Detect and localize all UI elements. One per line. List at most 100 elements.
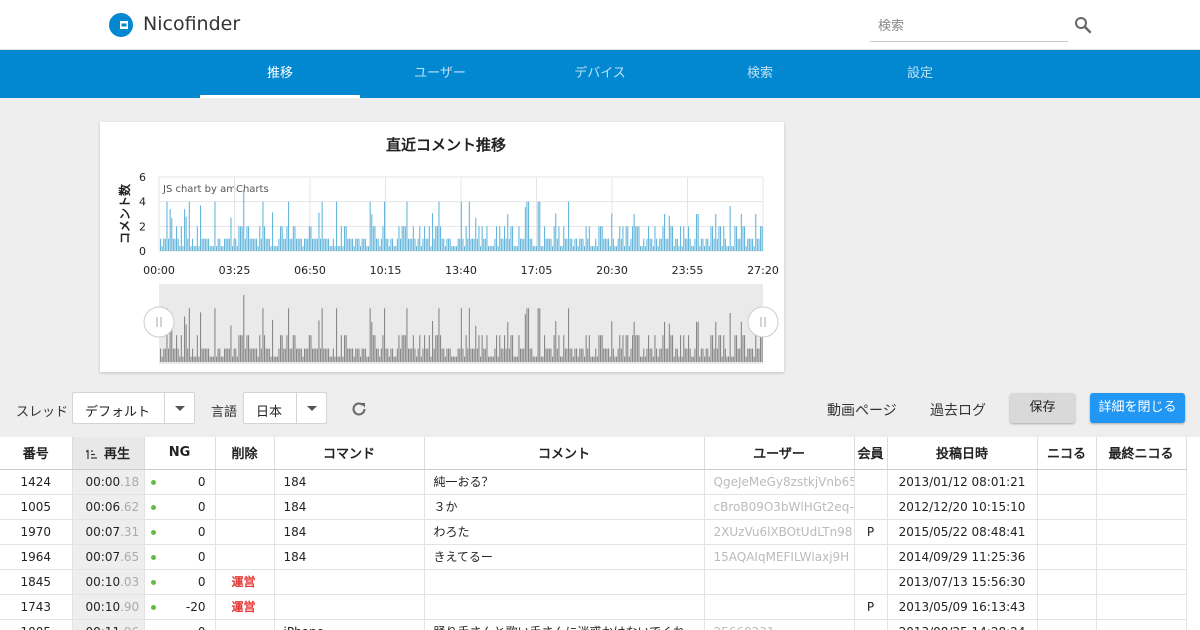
scrollbar-bar — [456, 356, 458, 362]
chart-bar — [318, 212, 320, 251]
scrollbar-bar — [532, 356, 534, 362]
scrollbar-bar — [276, 356, 278, 362]
column-header-nicoru[interactable]: ニコる — [1037, 437, 1097, 470]
nicofinder-logo-icon[interactable] — [109, 13, 133, 37]
scrollbar-bar — [388, 356, 390, 362]
x-tick-label: 03:25 — [219, 264, 251, 277]
chart-bar — [307, 238, 309, 251]
chart-bar — [702, 238, 704, 251]
chart-bar — [248, 226, 250, 251]
column-header-number[interactable]: 番号 — [0, 437, 73, 470]
table-row[interactable]: 1964 00:07.65 0 184 きえてるー 15AQAIqMEFILWlaxj9H… — [0, 544, 1187, 570]
chart-bar — [652, 246, 654, 251]
video-page-link[interactable]: 動画ページ — [827, 400, 897, 420]
column-header-comment[interactable]: コメント — [424, 437, 705, 470]
chart-bar — [643, 238, 645, 251]
chart-bar — [300, 238, 302, 251]
scrollbar-bar — [441, 348, 443, 362]
chart-bar — [216, 246, 218, 251]
column-header-command[interactable]: コマンド — [274, 437, 425, 470]
chart-bar — [632, 226, 634, 251]
chart-bar — [440, 226, 442, 251]
chart-watermark[interactable]: JS chart by amCharts — [162, 184, 269, 195]
chart-bar — [627, 226, 629, 251]
scrollbar-bar — [380, 348, 382, 362]
chart-bar — [356, 238, 358, 251]
scrollbar-bar — [606, 348, 608, 362]
chart-bar — [259, 226, 261, 251]
tab-settings[interactable]: 設定 — [840, 50, 1000, 98]
reload-icon[interactable] — [350, 400, 368, 418]
scrollbar-bar — [675, 348, 677, 362]
thread-select[interactable]: デフォルト — [72, 392, 195, 424]
tab-users[interactable]: ユーザー — [360, 50, 520, 98]
chart-bar — [515, 246, 517, 251]
scrollbar-right-grip[interactable] — [747, 306, 779, 338]
table-row[interactable]: 1970 00:07.31 0 184 わろた 2XUzVu6lXBOtUdLTn98 P 2… — [0, 519, 1187, 545]
chart-bar — [558, 226, 560, 251]
chart-bar — [644, 246, 646, 251]
chart-bar — [203, 238, 205, 251]
close-details-button[interactable]: 詳細を閉じる — [1090, 393, 1185, 423]
cell-nicoru — [1037, 619, 1097, 630]
table-row[interactable]: 1424 00:00.18 0 184 純一おる？ QgeJeMeGy8zstkjVnb6… — [0, 469, 1187, 495]
chart-bar — [163, 238, 165, 251]
chart-bar — [166, 201, 168, 251]
chart-bar — [252, 238, 254, 251]
app-title[interactable]: Nicofinder — [143, 13, 240, 35]
chart-bar — [360, 246, 362, 251]
scrollbar-bar — [475, 325, 477, 362]
column-header-posted-at[interactable]: 投稿日時 — [887, 437, 1038, 470]
save-button[interactable]: 保存 — [1010, 393, 1075, 423]
chart-bar — [371, 214, 373, 251]
search-icon[interactable] — [1074, 16, 1092, 34]
top-app-bar: Nicofinder — [0, 0, 1200, 50]
past-log-link[interactable]: 過去ログ — [930, 400, 986, 420]
chart-bar — [540, 246, 542, 251]
chart-bar — [380, 238, 382, 251]
tab-devices[interactable]: デバイス — [520, 50, 680, 98]
tab-search[interactable]: 検索 — [680, 50, 840, 98]
scrollbar-bar — [230, 325, 232, 362]
column-header-delete[interactable]: 削除 — [215, 437, 275, 470]
scrollbar-bar — [510, 335, 512, 362]
scrollbar-bar — [243, 294, 245, 362]
column-header-playback[interactable]: 再生 — [72, 437, 145, 470]
chart-bar — [508, 238, 510, 251]
chart-bar — [556, 238, 558, 251]
language-select[interactable]: 日本 — [243, 392, 327, 424]
chart-bar — [512, 226, 514, 251]
column-header-user[interactable]: ユーザー — [704, 437, 855, 470]
scrollbar-bar — [552, 356, 554, 362]
table-row[interactable]: 1005 00:06.62 0 184 ３か cBroB09O3bWlHGt2eq- 201… — [0, 494, 1187, 520]
chart-bar — [169, 209, 171, 251]
ng-score: 0 — [197, 574, 206, 589]
column-header-ng[interactable]: NG — [144, 437, 216, 470]
chart-bar — [387, 238, 389, 251]
scrollbar-bar — [449, 348, 451, 362]
scrollbar-bar — [184, 316, 186, 362]
search-input[interactable] — [870, 12, 1068, 40]
cell-command: 184 — [274, 519, 425, 545]
column-header-last-nicoru[interactable]: 最終ニコる — [1096, 437, 1187, 470]
chart-bar — [728, 246, 730, 251]
scrollbar-bar — [374, 335, 376, 362]
column-header-member[interactable]: 会員 — [854, 437, 888, 470]
scrollbar-bar — [649, 348, 651, 362]
scrollbar-bar — [560, 356, 562, 362]
table-row[interactable]: 1845 00:10.03 0 運営 2013/07/13 15:56:30 — [0, 569, 1187, 595]
chart-bar — [580, 238, 582, 251]
chart-bar — [579, 238, 581, 251]
scrollbar-bar — [638, 335, 640, 362]
cell-user: 25668231 — [704, 619, 855, 630]
table-row[interactable]: 1743 00:10.90 -20 運営 P 2013/05/09 16:13:43 — [0, 594, 1187, 620]
chart-bar — [190, 246, 192, 251]
chart-bar — [574, 238, 576, 251]
table-row[interactable]: 100500:11.960iPhone踊り手さんと歌い手さんに迷惑かけないでくれ… — [0, 619, 1187, 630]
scrollbar-left-grip[interactable] — [143, 306, 175, 338]
chart-bar — [446, 238, 448, 251]
scrollbar-bar — [588, 335, 590, 362]
cell-user — [704, 569, 855, 595]
tab-trend[interactable]: 推移 — [200, 50, 360, 98]
scrollbar-bar — [283, 348, 285, 362]
